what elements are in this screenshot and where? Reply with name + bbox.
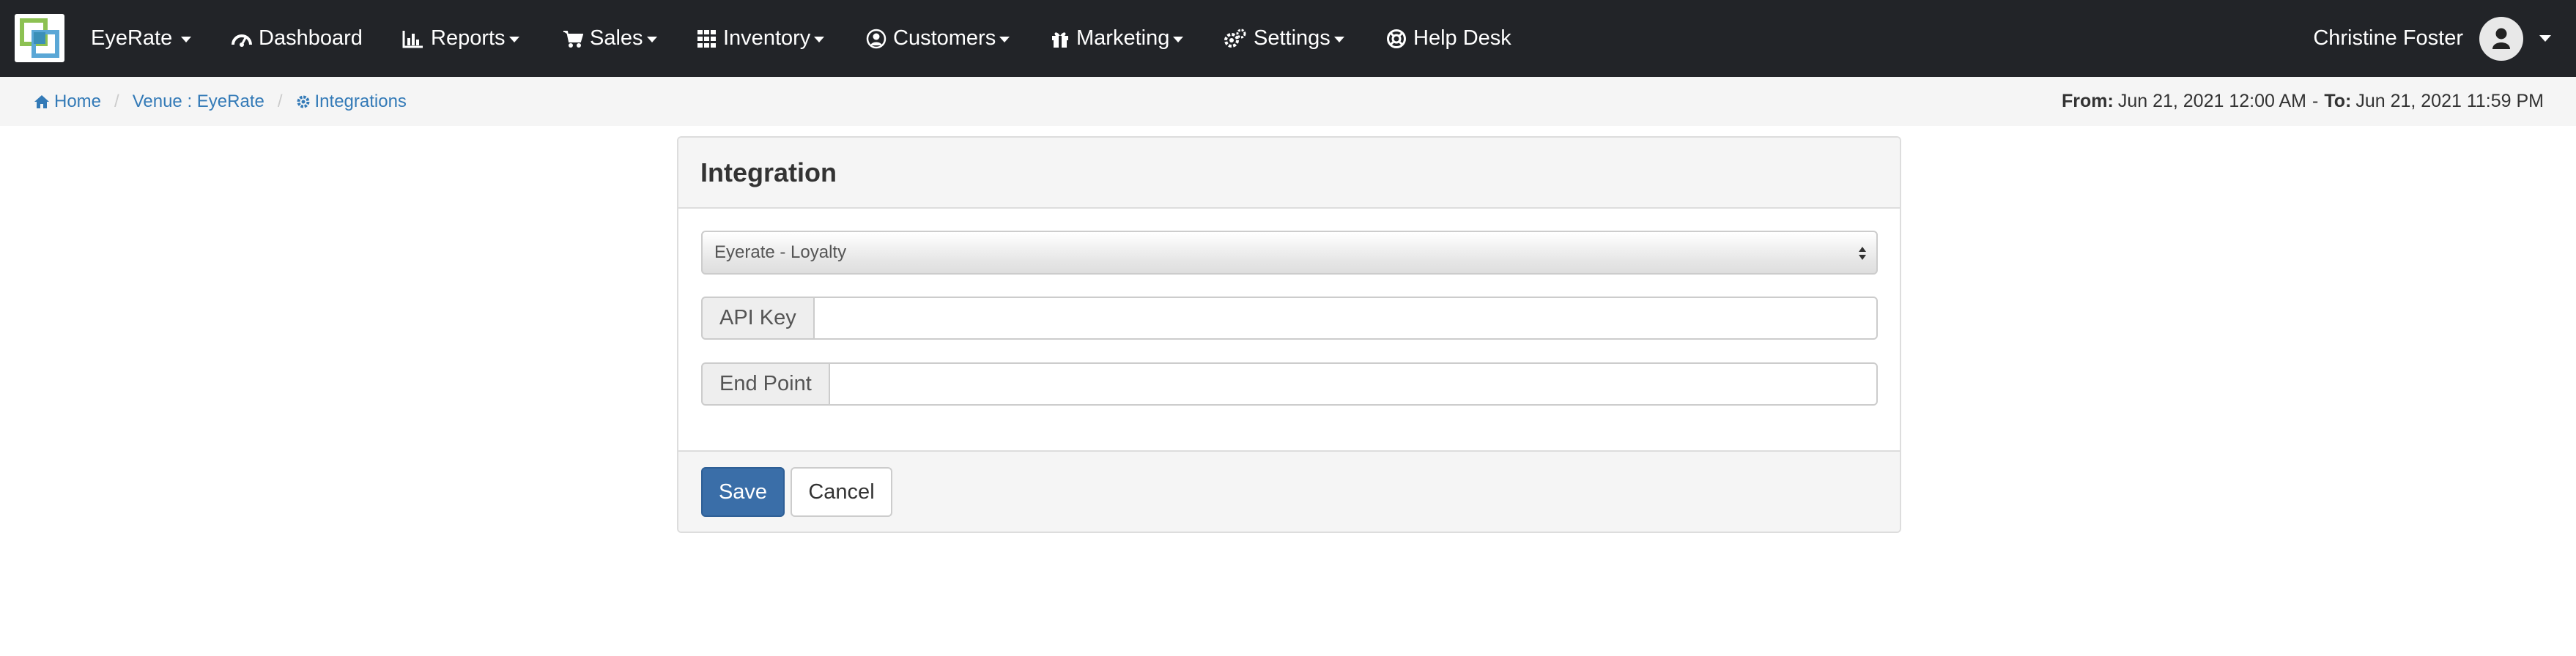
select-arrows-icon [1859, 247, 1866, 260]
user-name: Christine Foster [2313, 26, 2463, 50]
end-point-input[interactable] [828, 362, 1878, 406]
breadcrumb-bar: Home / Venue : EyeRate / Integrations Fr… [0, 77, 2576, 126]
bar-chart-icon [402, 30, 423, 48]
breadcrumb-separator: / [277, 91, 283, 111]
api-key-label: API Key [701, 297, 813, 340]
user-menu-chevron-down-icon[interactable] [2539, 35, 2551, 42]
user-menu[interactable]: Christine Foster [2313, 0, 2576, 77]
save-button[interactable]: Save [701, 467, 785, 517]
chevron-down-icon [999, 37, 1010, 42]
chevron-down-icon [814, 37, 825, 42]
breadcrumb-venue[interactable]: Venue : EyeRate [133, 92, 264, 112]
life-ring-icon [1387, 29, 1406, 48]
api-key-input[interactable] [813, 297, 1878, 340]
nav-reports-label: Reports [431, 26, 506, 50]
avatar [2479, 16, 2523, 61]
integration-select-value: Eyerate - Loyalty [714, 242, 847, 262]
nav-marketing[interactable]: Marketing [1051, 0, 1184, 77]
breadcrumb-venue-label: Venue : EyeRate [132, 91, 264, 111]
panel-heading: Integration [678, 138, 1900, 209]
date-range: From: Jun 21, 2021 12:00 AM - To: Jun 21… [2062, 77, 2544, 126]
home-icon [34, 94, 49, 108]
nav-dashboard[interactable]: Dashboard [232, 0, 363, 77]
date-range-separator: - [2312, 91, 2319, 111]
breadcrumb-separator: / [114, 91, 119, 111]
nav-sales-label: Sales [590, 26, 643, 50]
eyerate-logo-icon [20, 18, 59, 58]
integration-panel: Integration Eyerate - Loyalty API Key En… [677, 136, 1901, 533]
breadcrumb-home-label: Home [54, 91, 102, 111]
user-avatar-icon [2492, 28, 2510, 49]
date-from-value: Jun 21, 2021 12:00 AM [2117, 91, 2306, 111]
cancel-button[interactable]: Cancel [791, 467, 892, 517]
gear-icon [297, 95, 310, 108]
nav-inventory[interactable]: Inventory [697, 0, 825, 77]
brand-menu[interactable]: EyeRate [91, 0, 192, 77]
breadcrumb-home[interactable]: Home [34, 92, 101, 112]
chevron-down-icon [1333, 37, 1344, 42]
nav-dashboard-label: Dashboard [259, 26, 363, 50]
nav-customers[interactable]: Customers [866, 0, 1010, 77]
gift-icon [1052, 31, 1068, 48]
nav-help-desk[interactable]: Help Desk [1386, 0, 1511, 77]
brand-label: EyeRate [91, 26, 173, 50]
end-point-label: End Point [701, 362, 829, 406]
gears-icon [1224, 29, 1246, 48]
eyerate-logo[interactable] [15, 14, 64, 62]
nav-reports[interactable]: Reports [402, 0, 519, 77]
panel-footer: Save Cancel [678, 450, 1900, 532]
breadcrumb-integrations-label: Integrations [314, 91, 407, 111]
chevron-down-icon [181, 37, 192, 42]
panel-body: Eyerate - Loyalty API Key End Point [678, 209, 1900, 443]
breadcrumb-integrations[interactable]: Integrations [296, 92, 407, 112]
chevron-down-icon [508, 37, 519, 42]
top-navbar: EyeRate Dashboard Reports Sales Inventor… [0, 0, 2576, 77]
end-point-group: End Point [701, 362, 1878, 406]
user-circle-icon [866, 29, 887, 48]
nav-settings-label: Settings [1254, 26, 1330, 50]
chevron-down-icon [646, 37, 657, 42]
nav-customers-label: Customers [893, 26, 996, 50]
nav-inventory-label: Inventory [723, 26, 811, 50]
date-to-value: Jun 21, 2021 11:59 PM [2355, 91, 2544, 111]
integration-select[interactable]: Eyerate - Loyalty [701, 231, 1878, 275]
dashboard-icon [232, 34, 252, 47]
chevron-down-icon [1173, 37, 1184, 42]
api-key-group: API Key [701, 297, 1878, 340]
nav-marketing-label: Marketing [1076, 26, 1170, 50]
shopping-cart-icon [563, 30, 583, 48]
grid-icon [697, 29, 716, 48]
panel-title: Integration [700, 157, 837, 187]
nav-help-desk-label: Help Desk [1413, 26, 1511, 50]
breadcrumb: Home / Venue : EyeRate / Integrations [34, 77, 407, 126]
nav-sales[interactable]: Sales [563, 0, 657, 77]
date-from-label: From: [2062, 91, 2114, 111]
date-to-label: To: [2324, 91, 2352, 111]
nav-settings[interactable]: Settings [1224, 0, 1344, 77]
